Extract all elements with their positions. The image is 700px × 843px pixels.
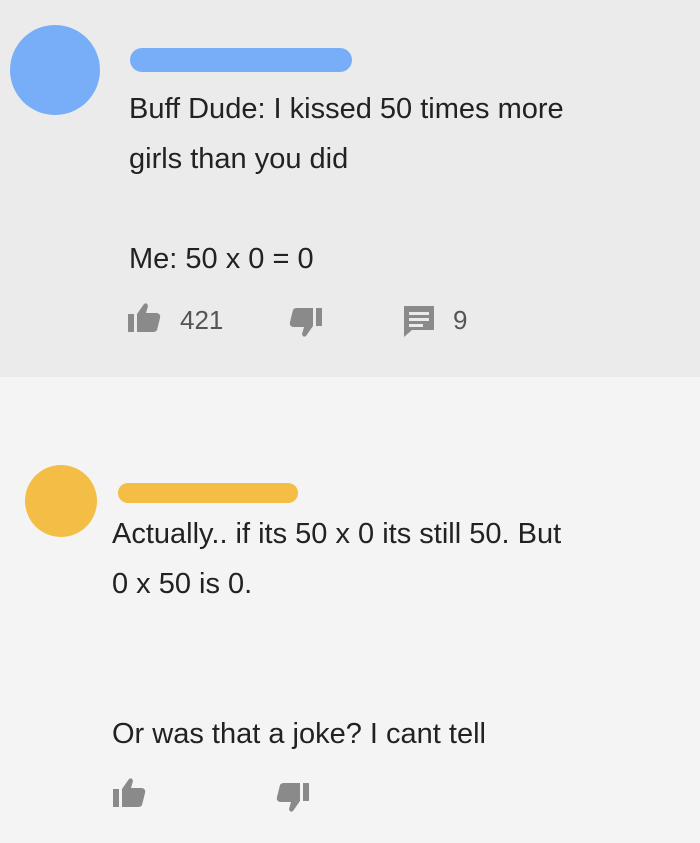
- thumbs-down-icon[interactable]: [272, 775, 312, 815]
- username-redacted[interactable]: [118, 483, 298, 503]
- avatar[interactable]: [10, 25, 100, 115]
- comment-text: Buff Dude: I kissed 50 times more girls …: [129, 93, 564, 275]
- avatar[interactable]: [25, 465, 97, 537]
- comment-card: Actually.. if its 50 x 0 its still 50. B…: [0, 377, 700, 843]
- reply-comment-icon[interactable]: [400, 300, 440, 340]
- like-count: 421: [180, 305, 224, 335]
- comment-card: Buff Dude: I kissed 50 times more girls …: [0, 0, 700, 377]
- thumbs-up-icon[interactable]: [110, 775, 150, 815]
- thumbs-down-icon[interactable]: [285, 300, 325, 340]
- reply-count: 9: [453, 305, 468, 335]
- username-redacted[interactable]: [130, 48, 352, 72]
- comment-text: Actually.. if its 50 x 0 its still 50. B…: [112, 518, 562, 750]
- thumbs-up-icon[interactable]: [125, 300, 165, 340]
